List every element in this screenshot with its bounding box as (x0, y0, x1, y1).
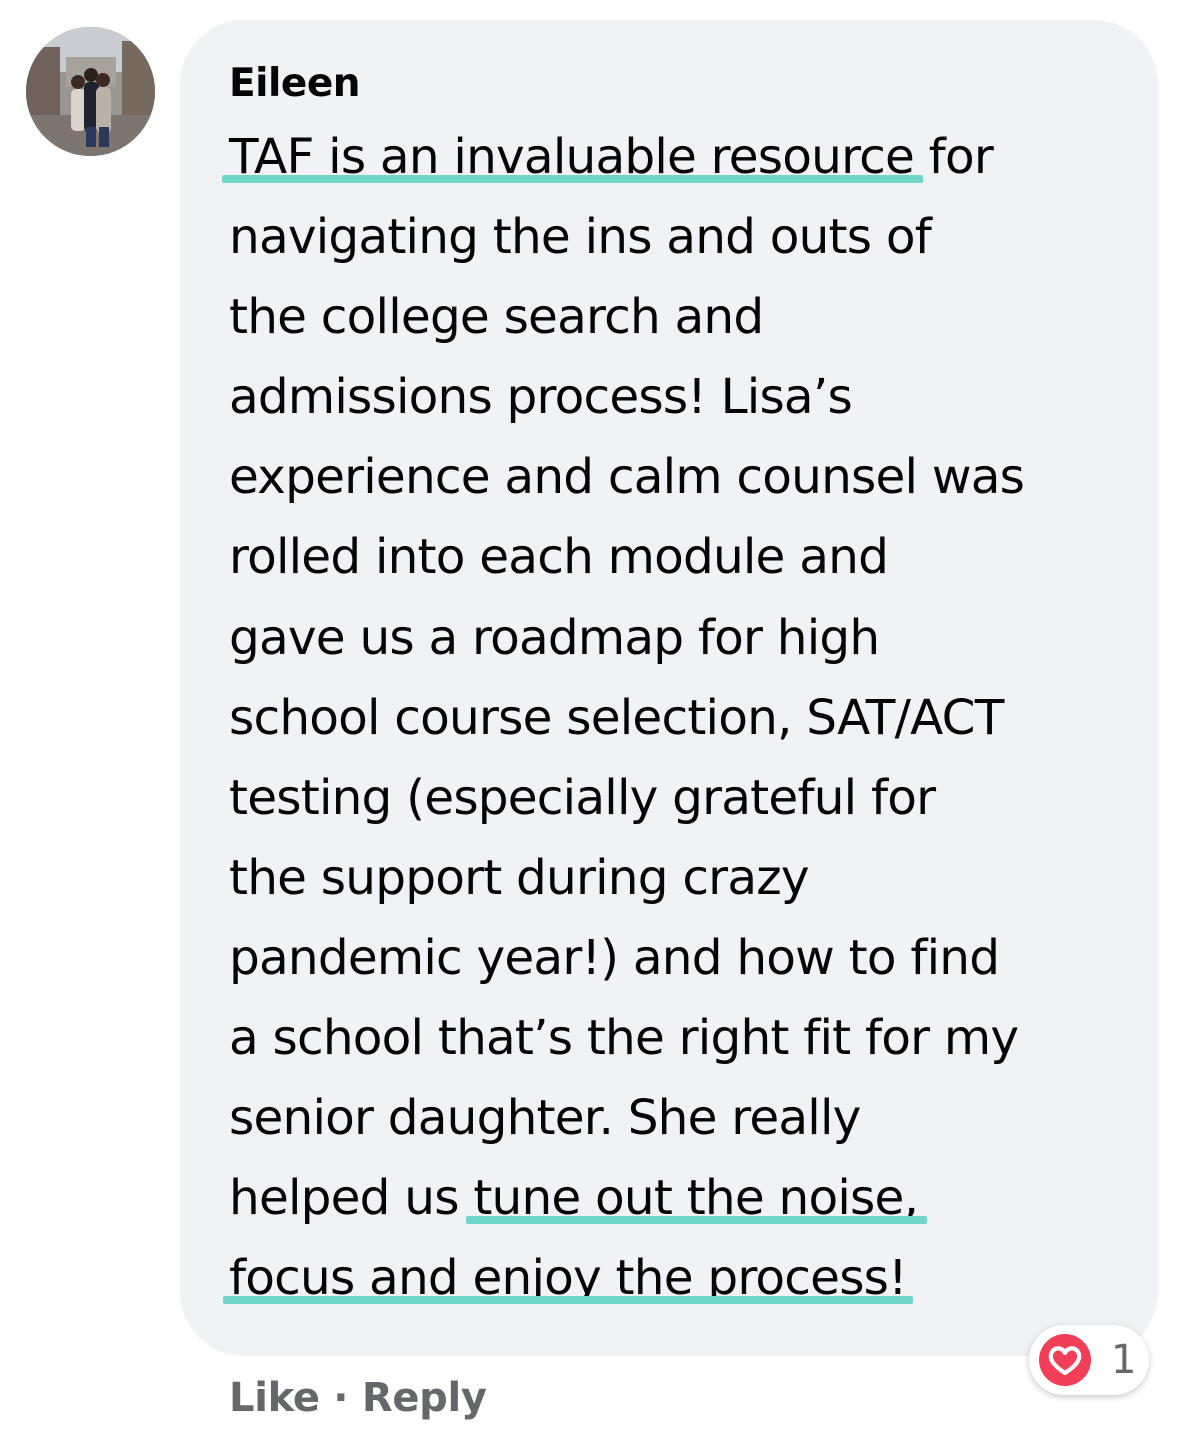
comment-line: gave us a roadmap for high (229, 609, 880, 666)
reply-button[interactable]: Reply (362, 1375, 487, 1421)
reaction-summary[interactable]: 1 (1029, 1325, 1149, 1395)
comment-line: school course selection, SAT/ACT (229, 689, 1004, 746)
comment-line: admissions process! Lisa’s (229, 369, 853, 426)
highlighted-phrase: TAF is an invaluable resource (229, 129, 915, 185)
highlighted-phrase: focus and enjoy the process! (229, 1250, 908, 1307)
comment-line: helped us tune out the noise, (229, 1170, 919, 1227)
comment-line: the support during crazy (229, 849, 810, 906)
comment-line: navigating the ins and outs of (229, 209, 932, 266)
comment-line: TAF is an invaluable resource for (229, 129, 994, 185)
reaction-count: 1 (1111, 1337, 1137, 1383)
comment-line: testing (especially grateful for (229, 769, 936, 826)
comment-line: a school that’s the right fit for my (229, 1010, 1019, 1067)
comment-actions: Like · Reply (229, 1370, 487, 1426)
comment-author-name[interactable]: Eileen (229, 56, 361, 112)
avatar-photo (26, 27, 155, 156)
comment-line: experience and calm counsel was (229, 449, 1025, 506)
comment-line: rolled into each module and (229, 529, 889, 586)
highlighted-phrase: tune out the noise, (473, 1170, 919, 1227)
like-button[interactable]: Like (229, 1375, 320, 1421)
comment-line: the college search and (229, 289, 764, 346)
comment-line: senior daughter. She really (229, 1090, 861, 1147)
heart-reaction-icon (1039, 1334, 1091, 1386)
author-avatar[interactable] (26, 27, 155, 156)
comment-line: focus and enjoy the process! (229, 1238, 1129, 1318)
comment-text: TAF is an invaluable resource for naviga… (229, 117, 1129, 1318)
action-separator: · (333, 1375, 362, 1421)
comment-line: pandemic year!) and how to find (229, 929, 1000, 986)
